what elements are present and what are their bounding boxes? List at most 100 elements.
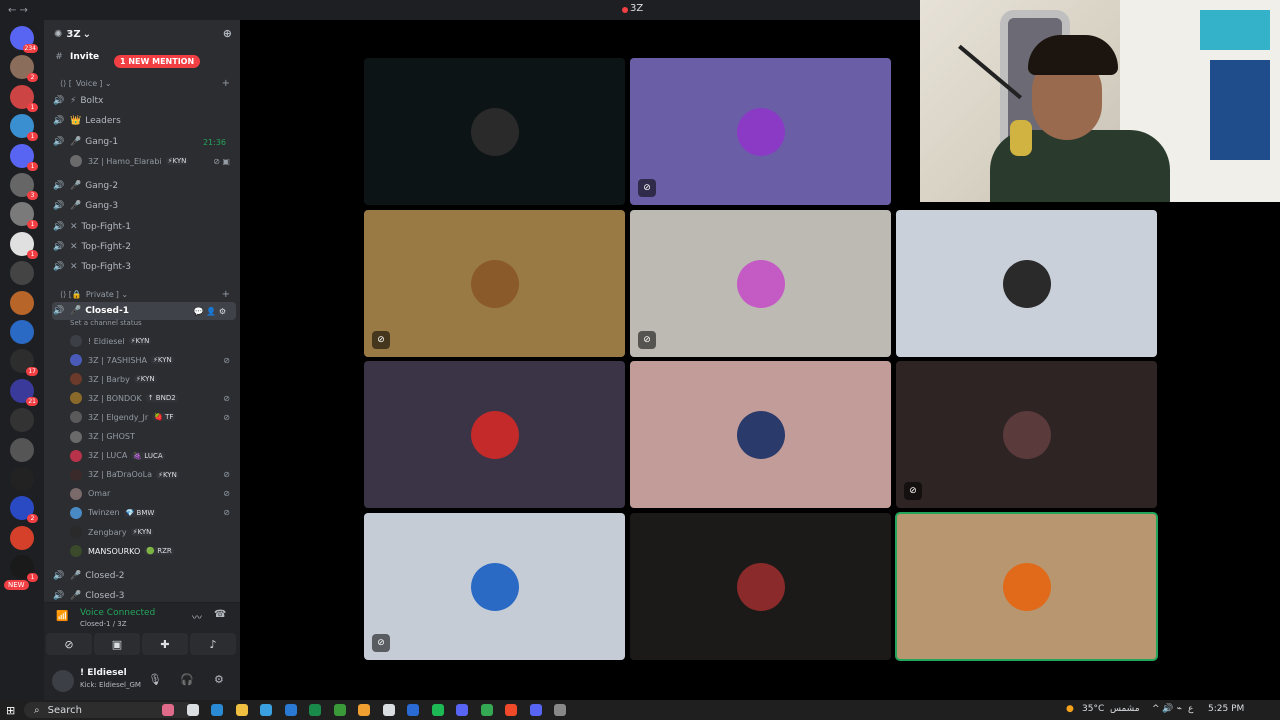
server-header[interactable]: ✺ 3Z ⌄ ⊕: [44, 20, 240, 48]
server-icon-srv18[interactable]: 1: [10, 555, 38, 583]
channel-closed-2[interactable]: 🔊 🎤 Closed-2: [52, 567, 236, 585]
server-icon-srv6[interactable]: 1: [10, 202, 38, 230]
screen-share-button[interactable]: ▣: [94, 633, 140, 655]
voice-member[interactable]: MANSOURKO 🟢 RZR: [70, 542, 236, 560]
server-icon-srv11[interactable]: 17: [10, 349, 38, 377]
channel-top-fight-1[interactable]: 🔊 ✕ Top-Fight-1: [52, 218, 236, 236]
participant-tile[interactable]: ⊘: [364, 513, 625, 660]
category-voice[interactable]: ⟨⟩ [ Voice ] ⌄ +: [60, 76, 236, 90]
taskbar-app-icon[interactable]: [358, 704, 370, 716]
mic-icon[interactable]: 🎙: [148, 673, 162, 686]
taskbar-app-icon[interactable]: [284, 704, 297, 716]
server-icon-srv9[interactable]: [10, 290, 34, 315]
noise-suppression-icon[interactable]: 〰: [192, 609, 202, 624]
voice-member[interactable]: 3Z | Elgendy_Jr 🍓 TF ⊘: [70, 408, 236, 426]
taskbar-app-icon[interactable]: [211, 704, 223, 716]
add-channel-icon[interactable]: +: [222, 78, 230, 89]
server-icon-srv12[interactable]: 21: [10, 378, 38, 406]
server-icon-srv14[interactable]: [10, 437, 34, 462]
voice-status[interactable]: Voice Connected: [80, 608, 155, 618]
taskbar-app-icon[interactable]: [382, 704, 395, 716]
activities-button[interactable]: ✚: [142, 633, 188, 655]
server-icon-srv2[interactable]: 1: [10, 84, 38, 112]
participant-tile[interactable]: [630, 361, 891, 508]
taskbar-app-icon[interactable]: [186, 704, 199, 716]
taskbar-app-icon[interactable]: [333, 704, 346, 716]
gear-icon[interactable]: ⚙: [214, 673, 224, 686]
clock[interactable]: 5:25 PM: [1208, 704, 1244, 714]
channel-boltx[interactable]: 🔊 ⚡ Boltx: [52, 92, 236, 110]
category-private[interactable]: ⟨⟩ [🔒 Private ] ⌄ +: [60, 287, 236, 301]
windows-start-icon[interactable]: ⊞: [6, 704, 15, 717]
server-icon-srv3[interactable]: 1: [10, 114, 38, 142]
taskbar-app-icon[interactable]: [309, 704, 321, 716]
server-icon-srv10[interactable]: [10, 320, 34, 344]
nav-arrows[interactable]: ← →: [8, 5, 38, 16]
participant-tile[interactable]: [630, 513, 891, 660]
new-mention-pill[interactable]: 1 NEW MENTION: [114, 55, 201, 68]
participant-tile[interactable]: [364, 361, 625, 508]
channel-top-fight-3[interactable]: 🔊 ✕ Top-Fight-3: [52, 258, 236, 276]
voice-member[interactable]: 3Z | Barby ⚡KYN: [70, 370, 236, 388]
voice-member[interactable]: 3Z | BONDOK ↑ BND2 ⊘: [70, 389, 236, 407]
participant-tile[interactable]: ⊘: [896, 361, 1157, 508]
server-icon-srv1[interactable]: 2: [10, 55, 38, 83]
voice-channel-name[interactable]: Closed-1 / 3Z: [80, 620, 127, 628]
username[interactable]: ! Eldiesel: [80, 668, 127, 678]
voice-member[interactable]: 3Z | LUCA 🍇 LUCA: [70, 447, 236, 465]
taskbar-app-icon[interactable]: [431, 704, 444, 716]
server-icon-srv13[interactable]: [10, 408, 34, 433]
channel-top-fight-2[interactable]: 🔊 ✕ Top-Fight-2: [52, 238, 236, 256]
server-icon-srv8[interactable]: [10, 261, 34, 286]
voice-member[interactable]: Zengbary ⚡KYN: [70, 523, 236, 541]
server-icon-srv5[interactable]: 3: [10, 173, 38, 200]
channel-actions[interactable]: 💬 👤 ⚙: [194, 307, 226, 316]
signal-icon[interactable]: 📶: [56, 611, 68, 622]
voice-member[interactable]: 3Z | BaƊraOoLa ⚡KYN ⊘: [70, 466, 236, 484]
weather-description[interactable]: مشمس: [1110, 704, 1140, 714]
participant-tile[interactable]: ⊘: [364, 210, 625, 357]
server-icon-srv7[interactable]: 1: [10, 231, 38, 259]
add-member-icon[interactable]: ⊕: [223, 27, 232, 40]
soundboard-button[interactable]: ♪: [190, 633, 236, 655]
participant-tile[interactable]: ⊘: [630, 58, 891, 205]
participant-tile[interactable]: [364, 58, 625, 205]
voice-member[interactable]: ! Eldiesel ⚡KYN: [70, 332, 236, 350]
disconnect-icon[interactable]: ☎: [214, 609, 226, 620]
channel-closed-1[interactable]: 🔊 🎤 Closed-1 💬 👤 ⚙: [52, 302, 236, 320]
channel-gang-2[interactable]: 🔊 🎤 Gang-2: [52, 177, 236, 195]
channel-leaders[interactable]: 🔊 👑 Leaders: [52, 112, 236, 130]
taskbar-app-icon[interactable]: [529, 704, 542, 716]
server-icon-srv15[interactable]: [10, 467, 34, 491]
channel-gang-3[interactable]: 🔊 🎤 Gang-3: [52, 197, 236, 215]
server-icon-srv17[interactable]: [10, 525, 34, 550]
participant-tile[interactable]: [895, 512, 1158, 661]
input-language[interactable]: ع: [1188, 704, 1193, 714]
channel-status-hint[interactable]: Set a channel status: [70, 319, 142, 327]
voice-member[interactable]: 3Z | GHOST: [70, 428, 236, 446]
weather-icon[interactable]: ●: [1066, 704, 1074, 714]
voice-member[interactable]: Twinzen 💎 BMW ⊘: [70, 504, 236, 522]
taskbar-app-icon[interactable]: [456, 704, 468, 716]
taskbar-app-icon[interactable]: [407, 704, 419, 716]
server-icon-srv4[interactable]: 1: [10, 143, 38, 171]
taskbar-app-icon[interactable]: [260, 704, 272, 716]
camera-off-button[interactable]: ⊘: [46, 633, 92, 655]
tray-icons[interactable]: ^ 🔊 ⌁: [1152, 704, 1182, 714]
taskbar-app-icon[interactable]: [554, 704, 566, 716]
voice-member[interactable]: 3Z | 7ASHISHA ⚡KYN ⊘: [70, 351, 236, 369]
participant-tile[interactable]: ⊘: [630, 210, 891, 357]
voice-member[interactable]: 3Z | Hamo_Elarabi ⚡KYN ⊘ ▣: [70, 152, 236, 170]
taskbar-app-icon[interactable]: [480, 704, 493, 716]
taskbar-app-icon[interactable]: [162, 704, 174, 716]
taskbar-app-icon[interactable]: [505, 704, 517, 716]
server-icon-srv16[interactable]: 2: [10, 496, 38, 524]
participant-tile[interactable]: [896, 210, 1157, 357]
server-icon-home[interactable]: 234: [10, 26, 38, 53]
new-servers-indicator[interactable]: NEW: [4, 580, 34, 604]
taskbar-app-icon[interactable]: [235, 704, 248, 716]
add-channel-icon[interactable]: +: [222, 289, 230, 300]
headphones-icon[interactable]: 🎧: [180, 673, 194, 686]
voice-member[interactable]: Omar ⊘: [70, 485, 236, 503]
temperature[interactable]: 35°C: [1082, 704, 1104, 714]
